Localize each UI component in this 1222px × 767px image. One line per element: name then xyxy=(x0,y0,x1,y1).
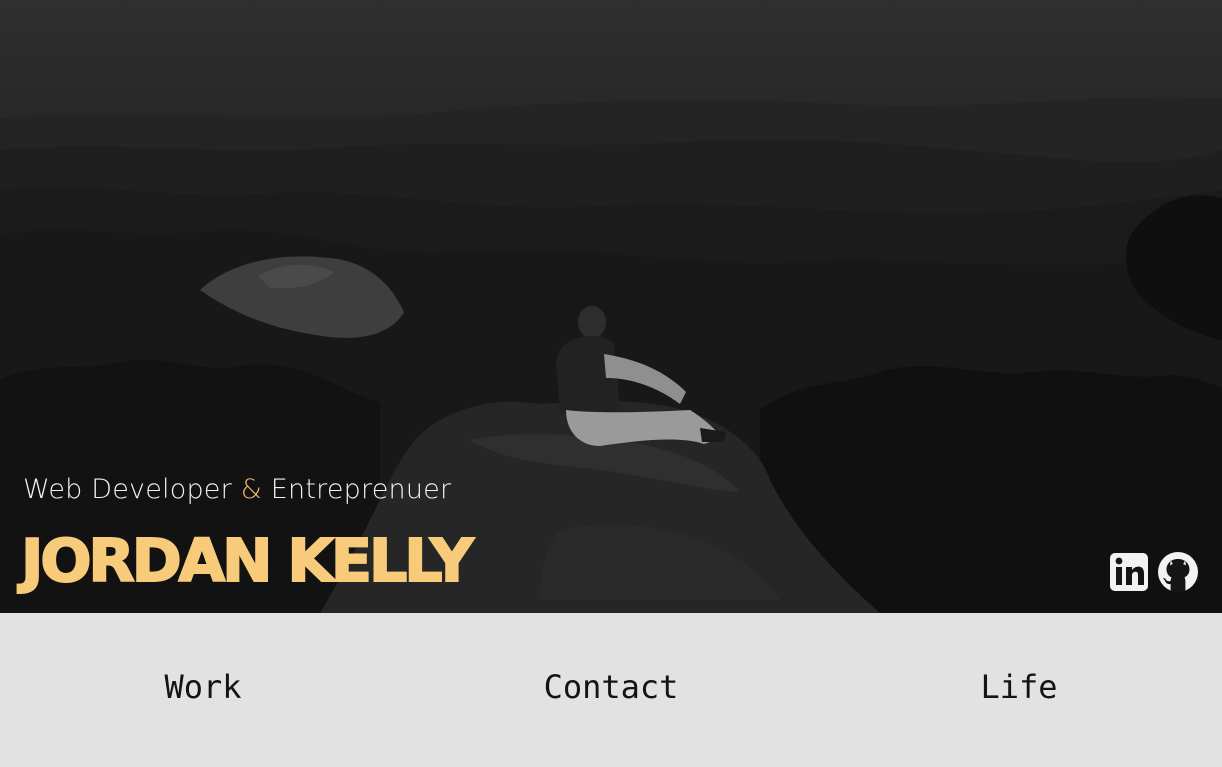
hero-name-title: JORDAN KELLY xyxy=(20,525,475,596)
tagline-role-2: Entreprenuer xyxy=(270,474,452,505)
bottom-navigation: Work Contact Life xyxy=(0,613,1222,767)
hero-background-image xyxy=(0,96,1222,613)
linkedin-link[interactable] xyxy=(1109,551,1149,593)
nav-contact-link[interactable]: Contact xyxy=(544,668,679,706)
tagline-ampersand: & xyxy=(240,474,262,505)
hero-tagline: Web Developer & Entreprenuer xyxy=(23,474,451,505)
nav-life-link[interactable]: Life xyxy=(980,668,1057,706)
nav-work-link[interactable]: Work xyxy=(164,668,241,706)
github-icon xyxy=(1158,552,1198,592)
tagline-role: Web Developer xyxy=(23,474,232,505)
linkedin-icon xyxy=(1110,553,1148,591)
hero-section: Web Developer & Entreprenuer JORDAN KELL… xyxy=(0,0,1222,613)
github-link[interactable] xyxy=(1157,551,1199,593)
